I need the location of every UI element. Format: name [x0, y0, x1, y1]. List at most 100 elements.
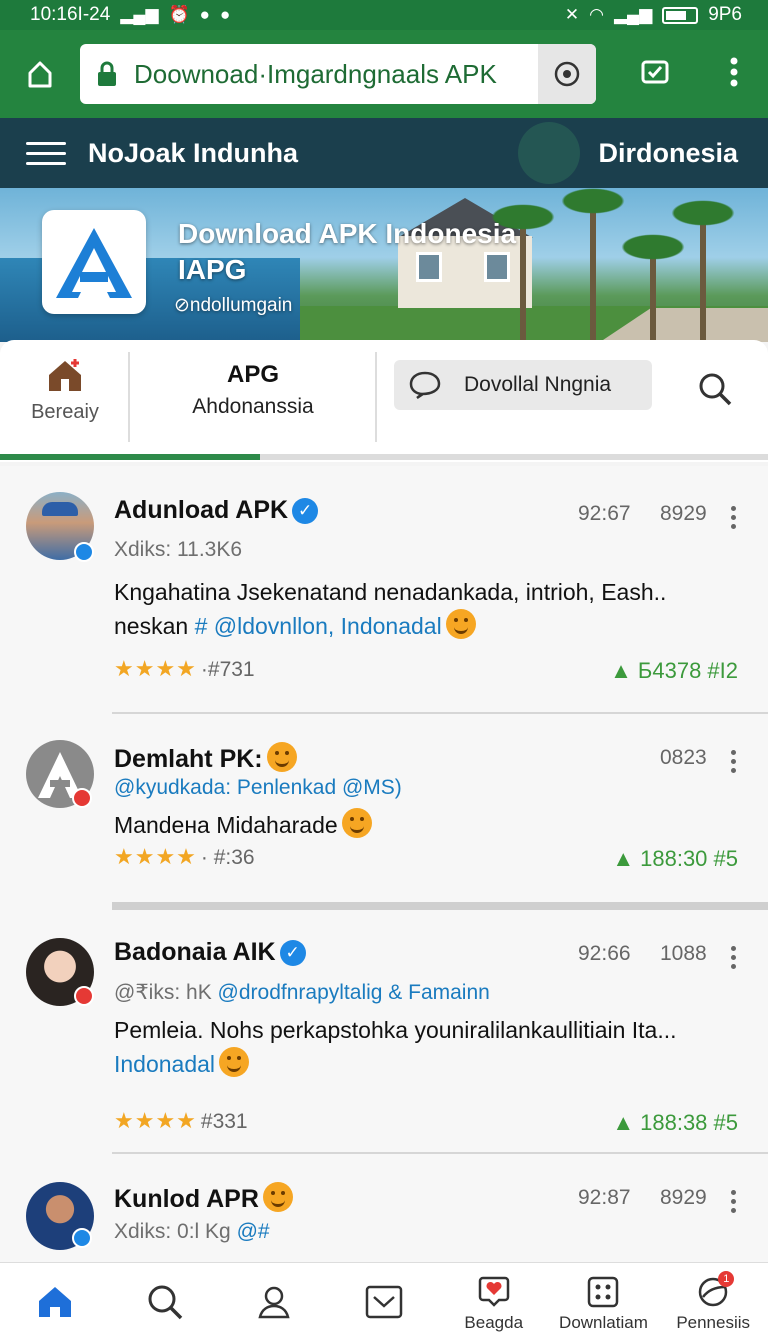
nav-downlatiam[interactable]: Downlatiam	[549, 1263, 659, 1344]
lock-icon	[80, 61, 134, 87]
heart-chat-icon	[478, 1276, 509, 1307]
profile-icon	[258, 1286, 290, 1318]
apps-grid-icon	[588, 1276, 619, 1307]
rating-stars: ★★★★ ·#731	[114, 656, 255, 682]
house-icon	[49, 358, 81, 391]
signal-icon: ▂▄▆	[120, 5, 159, 24]
palm-tree	[616, 232, 690, 342]
menu-icon[interactable]	[730, 57, 738, 92]
post-hashtag-link[interactable]: Indonadal	[114, 1051, 215, 1077]
nav-profile[interactable]	[219, 1263, 329, 1344]
signal-icon: ▂▄▆	[613, 5, 653, 24]
app-logo[interactable]	[42, 210, 146, 314]
post-mention-link[interactable]: @#	[237, 1220, 270, 1243]
palm-tree	[486, 202, 560, 342]
stars-glyphs: ★★★★	[114, 656, 197, 681]
post-meta: @₹iks: hK @drodfnrapyltalig & Famainn	[114, 980, 490, 1005]
status-right-text: 9P6	[708, 4, 742, 25]
thumbs-up-icon: ▲	[610, 658, 632, 683]
search-icon[interactable]	[690, 364, 740, 414]
rank-label: #331	[200, 1110, 248, 1133]
post-meta: @kyudkada: Penlenkad @MS)	[114, 776, 402, 800]
palm-tree	[556, 188, 630, 342]
post-mention-link[interactable]: @kyudkada: Penlenkad @MS)	[114, 776, 402, 799]
bottom-navigation: Beagda Downlatiam 1 Pennesiis	[0, 1262, 768, 1344]
address-bar[interactable]: Doownoad·Imgardngnaals APK	[80, 44, 596, 104]
hero-title-line2: IAPG	[178, 254, 247, 285]
nav-beagda[interactable]: Beagda	[439, 1263, 549, 1344]
notification-badge-icon	[72, 788, 92, 808]
post-divider	[112, 712, 768, 714]
home-icon	[38, 1286, 71, 1317]
post-hashtag-link[interactable]: # @ldovnllon, Indonadal	[195, 613, 442, 639]
post-divider	[112, 902, 768, 910]
smile-emoji-icon	[262, 1182, 293, 1212]
post-author-name: Badonaia AIK	[114, 938, 276, 966]
browser-toolbar: Doownoad·Imgardngnaals APK	[0, 30, 768, 118]
likes-counter[interactable]: ▲ 188:30 #5	[612, 846, 738, 872]
notification-count-badge: 1	[718, 1271, 735, 1287]
thumbs-up-icon: ▲	[612, 846, 635, 871]
tab-home-label: Bereaiy	[31, 400, 99, 423]
nav-pennesiis-label: Pennesiis	[676, 1312, 751, 1332]
smile-emoji-icon	[445, 609, 476, 639]
hero-title-line1: Download APK Indonesia	[178, 218, 517, 249]
hamburger-menu-icon[interactable]	[26, 141, 66, 165]
nav-pennesiis[interactable]: 1 Pennesiis	[658, 1263, 768, 1344]
likes-counter[interactable]: ▲ Б4378 #I2	[610, 658, 738, 684]
more-options-icon[interactable]	[726, 1190, 740, 1213]
hero-title: Download APK Indonesia IAPG	[178, 216, 516, 288]
post-count: 8929	[660, 1186, 707, 1209]
post-body: Pemleia. Nohs perkapstohka youniralilank…	[114, 1014, 744, 1081]
smile-emoji-icon	[219, 1047, 250, 1077]
smile-emoji-icon	[341, 808, 372, 838]
inbox-icon	[365, 1285, 403, 1318]
post-author-name: Demlaht PK:	[114, 745, 263, 773]
post-mention-link[interactable]: @drodfnrapyltalig & Famainn	[218, 981, 490, 1004]
download-chip-button[interactable]: Dovollal Nngnia	[394, 360, 652, 410]
tab-check-icon[interactable]	[640, 57, 670, 92]
rank-label: ·#731	[200, 658, 255, 681]
nav-search[interactable]	[110, 1263, 220, 1344]
url-text[interactable]: Doownoad·Imgardngnaals APK	[134, 59, 538, 90]
nav-beagda-label: Beagda	[464, 1312, 524, 1332]
thumbs-up-icon: ▲	[612, 1110, 635, 1135]
notification-badge-icon	[74, 986, 94, 1006]
home-icon[interactable]	[0, 59, 80, 89]
smile-emoji-icon	[266, 742, 297, 772]
tab-apg[interactable]: APG Ahdonanssia	[132, 340, 374, 440]
hero-subtitle: ⊘ndollumgain	[174, 295, 293, 316]
post-author-name: Kunlod APR	[114, 1185, 259, 1213]
post-meta: Xdiks: 0:l Kg @#	[114, 1220, 270, 1244]
nav-inbox[interactable]	[329, 1263, 439, 1344]
rank-label: · #:36	[200, 846, 255, 869]
battery-icon	[662, 6, 699, 24]
rating-stars: ★★★★ #331	[114, 1108, 248, 1134]
likes-counter[interactable]: ▲ 188:38 #5	[612, 1110, 738, 1136]
verified-check-icon: ✓	[279, 940, 306, 966]
site-title[interactable]: NoJoak Indunha	[88, 138, 518, 169]
tab-indicator	[0, 454, 260, 460]
more-options-icon[interactable]	[726, 750, 740, 773]
more-options-icon[interactable]	[726, 946, 740, 969]
more-options-icon[interactable]	[726, 506, 740, 529]
post-author[interactable]: Demlaht PK:	[114, 742, 297, 774]
verified-badge-icon	[72, 1228, 92, 1248]
nav-downlatiam-label: Downlatiam	[559, 1312, 648, 1332]
post-author[interactable]: Adunload APK ✓	[114, 496, 319, 525]
wifi-icon: ◠	[589, 5, 604, 24]
likes-value: 188:38 #5	[640, 1110, 738, 1135]
tab-divider	[375, 352, 377, 442]
tab-home[interactable]: Bereaiy	[0, 340, 130, 440]
post-meta-text: Xdiks: 0:l Kg	[114, 1220, 237, 1243]
region-selector[interactable]: Dirdonesia	[598, 138, 738, 169]
likes-value: Б4378 #I2	[637, 658, 738, 683]
post-count: 8929	[660, 502, 707, 525]
post-feed[interactable]: Adunload APK ✓ 92:67 8929 Xdiks: 11.3K6 K…	[0, 466, 768, 1262]
nav-home[interactable]	[0, 1263, 110, 1344]
post-author[interactable]: Kunlod APR	[114, 1182, 293, 1214]
post-author[interactable]: Badonaia AIK ✓	[114, 938, 306, 967]
record-icon[interactable]	[538, 44, 596, 104]
likes-value: 188:30 #5	[640, 846, 738, 871]
post-time: 92:87	[578, 1186, 631, 1209]
